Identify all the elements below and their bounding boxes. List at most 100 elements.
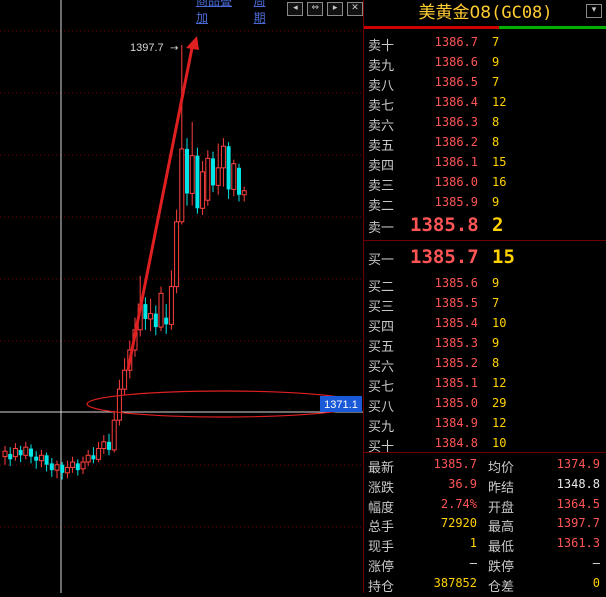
candle-body: [195, 155, 200, 209]
scroll-left-icon[interactable]: ◂: [287, 2, 304, 16]
candle-body: [185, 148, 189, 194]
panel-menu-icon[interactable]: ▾: [586, 4, 602, 18]
sell-level-row[interactable]: 卖四 1386.1 15: [364, 152, 606, 174]
candle-body: [116, 388, 122, 421]
buy-level-label: 买一: [368, 253, 395, 268]
candle-body: [34, 456, 39, 461]
zoom-icon[interactable]: ⇔: [307, 2, 324, 16]
candle-body: [75, 463, 80, 471]
sell-level-row[interactable]: 卖二 1385.9 9: [364, 192, 606, 214]
candles-group: [2, 45, 247, 480]
stat-value: 1397.7: [556, 516, 600, 531]
stat-value: 1364.5: [556, 496, 600, 511]
sell-level-volume: 9: [492, 55, 500, 69]
sell-level-row[interactable]: 卖三 1386.0 16: [364, 172, 606, 194]
sell-level-volume: 7: [492, 75, 500, 89]
candle-body: [226, 146, 231, 190]
buy-level-volume: 15: [492, 246, 515, 268]
sell-level-row[interactable]: 卖五 1386.2 8: [364, 132, 606, 154]
buy-level-row[interactable]: 买十 1384.8 10: [364, 433, 606, 455]
stat-label: 持仓: [368, 579, 395, 595]
candlestick-chart[interactable]: 1397.7 → 1371.1 商品叠加 周期 ◂ ⇔ ▸ ✕: [0, 0, 364, 593]
buy-level-row[interactable]: 买五 1385.3 9: [364, 333, 606, 355]
sell-level-row[interactable]: 卖六 1386.3 8: [364, 112, 606, 134]
candle-body: [237, 167, 241, 195]
candle-body: [23, 446, 29, 456]
sell-level-price: 1386.0: [434, 175, 478, 189]
highlight-ellipse: [86, 390, 362, 418]
period-link[interactable]: 周期: [254, 0, 284, 26]
candle-body: [60, 464, 65, 473]
candle-body: [211, 158, 215, 186]
buy-level-price: 1384.9: [434, 416, 478, 430]
stat-value: 72920: [440, 516, 477, 531]
stat-value: —: [592, 556, 600, 570]
buy-level-volume: 12: [492, 376, 507, 390]
buy-level-volume: 9: [492, 276, 500, 290]
ratio-bar-buy: [499, 26, 606, 29]
sell-level-price: 1386.2: [434, 135, 478, 149]
sell-level-row[interactable]: 卖七 1386.4 12: [364, 92, 606, 114]
peak-price-label: 1397.7: [130, 42, 164, 54]
candle-body: [29, 448, 33, 457]
candle-body: [148, 313, 154, 320]
price-tag: 1371.1: [324, 399, 358, 411]
sell-level-row[interactable]: 卖一 1385.8 2: [364, 214, 606, 236]
buy-level-row[interactable]: 买七 1385.1 12: [364, 373, 606, 395]
candle-body: [153, 313, 158, 328]
candle-body: [64, 466, 70, 474]
stat-value: —: [469, 556, 477, 570]
chart-canvas[interactable]: 1397.7 → 1371.1: [0, 0, 363, 593]
sell-level-row[interactable]: 卖八 1386.5 7: [364, 72, 606, 94]
candle-body: [168, 286, 174, 325]
candle-body: [49, 463, 54, 471]
sell-level-label: 卖二: [368, 199, 395, 214]
sell-level-price: 1385.8: [410, 214, 479, 236]
buy-level-row[interactable]: 买八 1385.0 29: [364, 393, 606, 415]
overlay-link[interactable]: 商品叠加: [196, 0, 250, 26]
candle-body: [143, 304, 148, 319]
candle-body: [12, 448, 18, 458]
candle-body: [111, 419, 117, 451]
sell-level-volume: 15: [492, 155, 507, 169]
candle-body: [158, 292, 164, 328]
buy-level-row[interactable]: 买一 1385.7 15: [364, 246, 606, 268]
buy-level-volume: 7: [492, 296, 500, 310]
stat-value: 1: [469, 536, 477, 551]
peak-pointer-arrow-icon: →: [170, 43, 178, 54]
buy-level-price: 1385.7: [410, 246, 479, 268]
buy-level-price: 1385.6: [434, 276, 478, 290]
quote-panel: 美黄金08(GC08) ▾ 卖十 1386.7 7 卖九 1386.6 9 卖八 1386.5…: [363, 0, 606, 595]
stat-row: 现手 1 最低 1361.3: [364, 533, 606, 555]
buy-level-row[interactable]: 买六 1385.2 8: [364, 353, 606, 375]
stat-value: 1374.9: [556, 457, 600, 471]
stat-value: 36.9: [448, 476, 477, 491]
candle-body: [54, 464, 60, 471]
sell-level-volume: 7: [492, 35, 500, 49]
close-chart-icon[interactable]: ✕: [347, 2, 364, 16]
candle-body: [2, 450, 8, 458]
sell-level-price: 1386.4: [434, 95, 478, 109]
stat-row: 持仓 387852 仓差 0: [364, 573, 606, 595]
candle-body: [241, 190, 247, 196]
sell-level-volume: 16: [492, 175, 507, 189]
sell-level-row[interactable]: 卖十 1386.7 7: [364, 32, 606, 54]
candle-body: [220, 145, 226, 169]
sell-level-row[interactable]: 卖九 1386.6 9: [364, 52, 606, 74]
buy-level-row[interactable]: 买三 1385.5 7: [364, 293, 606, 315]
candle-body: [164, 317, 169, 325]
buy-level-row[interactable]: 买四 1385.4 10: [364, 313, 606, 335]
chart-toolbar: 商品叠加 周期 ◂ ⇔ ▸ ✕: [196, 0, 364, 25]
candle-body: [205, 157, 211, 201]
candle-body: [80, 461, 86, 470]
candle-body: [8, 453, 13, 460]
sell-level-price: 1385.9: [434, 195, 478, 209]
candle-body: [174, 221, 180, 288]
stat-value: 0: [592, 575, 600, 590]
scroll-right-icon[interactable]: ▸: [327, 2, 344, 16]
sell-level-price: 1386.1: [434, 155, 478, 169]
buy-level-row[interactable]: 买二 1385.6 9: [364, 273, 606, 295]
candle-body: [107, 441, 111, 450]
sell-level-price: 1386.5: [434, 75, 478, 89]
buy-level-row[interactable]: 买九 1384.9 12: [364, 413, 606, 435]
